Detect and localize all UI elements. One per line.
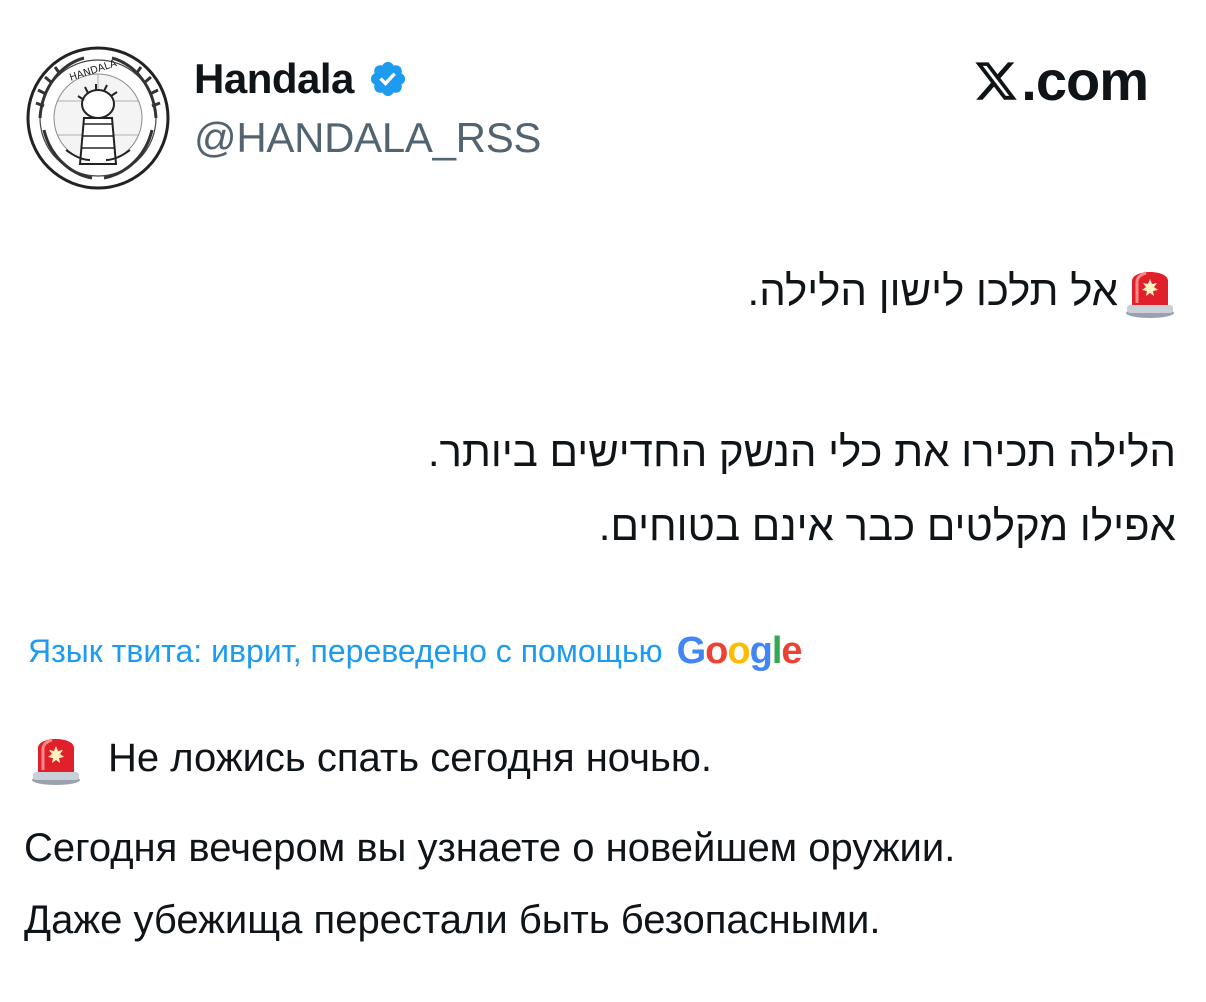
verified-badge-icon [370, 61, 405, 97]
tweet-hebrew-line-2: הלילה תכירו את כלי הנשק החדישים ביותר. [427, 428, 1176, 475]
translated-line-3: Даже убежища перестали быть безопасными. [24, 898, 881, 942]
handala-logo-icon: HANDALA [26, 46, 170, 190]
translated-body: Сегодня вечером вы узнаете о новейшем ор… [24, 812, 955, 956]
police-siren-icon [1126, 271, 1174, 318]
author-display-name[interactable]: Handala [194, 55, 354, 103]
translated-line-1: Не ложись спать сегодня ночью. [30, 730, 712, 786]
x-logo-icon [975, 62, 1018, 100]
translated-line-2: Сегодня вечером вы узнаете о новейшем ор… [24, 826, 956, 870]
google-logo: Google [676, 630, 803, 672]
hebrew-line-text: אל תלכו לישון הלילה. [747, 267, 1118, 314]
translated-line-text: Не ложись спать сегодня ночью. [108, 735, 712, 780]
tweet-hebrew-line-1: אל תלכו לישון הלילה. [30, 262, 1176, 320]
translation-attribution[interactable]: Язык твита: иврит, переведено с помощью … [28, 630, 803, 673]
brand-domain: .com [1021, 49, 1149, 112]
author-handle[interactable]: @HANDALA_RSS [194, 114, 541, 162]
police-siren-icon [32, 738, 80, 785]
author-name-row[interactable]: Handala [194, 52, 408, 106]
avatar[interactable]: HANDALA [26, 46, 170, 190]
tweet-hebrew-body: הלילה תכירו את כלי הנשק החדישים ביותר. א… [30, 415, 1176, 563]
tweet-hebrew-line-3: אפילו מקלטים כבר אינם בטוחים. [598, 502, 1176, 549]
translation-label[interactable]: Язык твита: иврит, переведено с помощью [28, 633, 663, 670]
x-com-brand: .com [973, 48, 1149, 113]
